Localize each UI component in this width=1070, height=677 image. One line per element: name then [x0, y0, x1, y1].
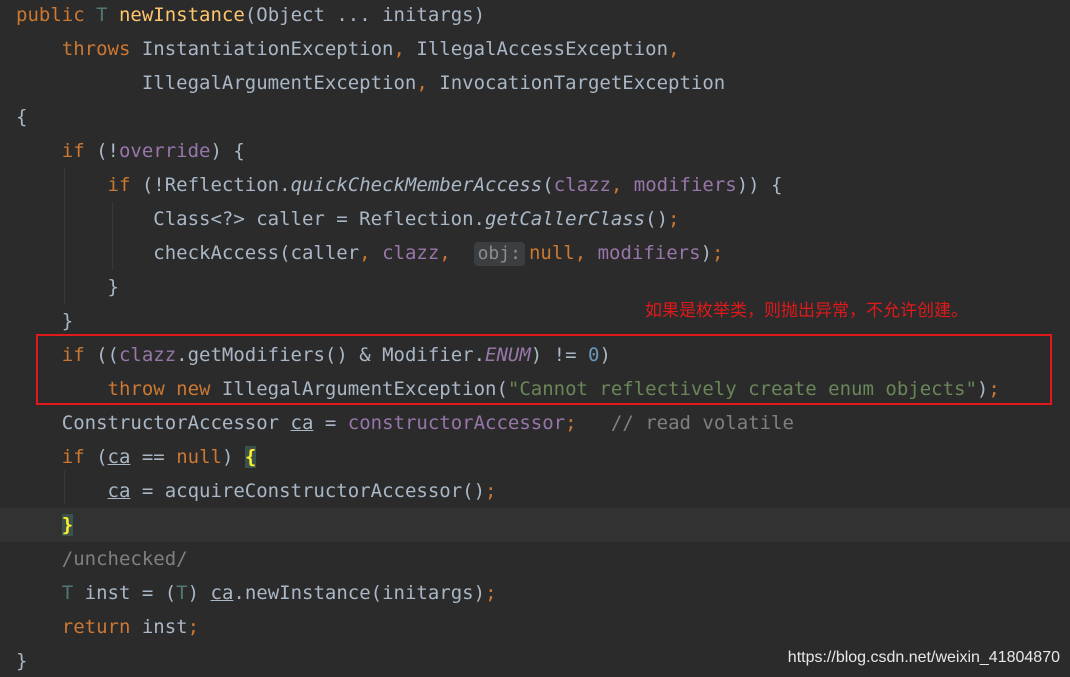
- code-token: T: [61, 582, 74, 604]
- code-token: ca: [107, 446, 131, 468]
- code-token: ,: [610, 174, 634, 196]
- code-editor[interactable]: public T newInstance(Object ... initargs…: [0, 0, 1070, 677]
- code-line[interactable]: return inst;: [0, 610, 1070, 644]
- code-token: ): [187, 582, 211, 604]
- code-token: inst: [141, 616, 188, 638]
- code-token: ;: [485, 582, 497, 604]
- code-token: ;: [565, 412, 611, 434]
- code-token: (Object ... initargs): [244, 4, 486, 26]
- code-line[interactable]: checkAccess(caller, clazz, obj: null, mod…: [0, 236, 1070, 270]
- code-line[interactable]: /unchecked/: [0, 542, 1070, 576]
- code-line[interactable]: T inst = (T) ca.newInstance(initargs);: [0, 576, 1070, 610]
- code-token: getCallerClass: [485, 208, 646, 230]
- code-token: {: [244, 446, 257, 468]
- code-token: modifiers: [597, 242, 701, 264]
- code-line[interactable]: Class<?> caller = Reflection.getCallerCl…: [0, 202, 1070, 236]
- code-token: newInstance: [118, 4, 245, 26]
- code-token: T: [176, 582, 188, 604]
- code-token: ,: [416, 72, 440, 94]
- code-token: ==: [130, 446, 177, 468]
- code-token: clazz: [553, 174, 611, 196]
- code-token: if: [16, 174, 142, 196]
- code-token: ) {: [210, 140, 245, 162]
- code-token: T: [96, 4, 119, 26]
- code-token: quickCheckMemberAccess: [290, 174, 543, 196]
- annotation-text: 如果是枚举类，则抛出异常，不允许创建。: [645, 301, 968, 321]
- code-token: }: [61, 514, 74, 536]
- code-token: }: [16, 310, 74, 332]
- code-line[interactable]: ConstructorAccessor ca = constructorAcce…: [0, 406, 1070, 440]
- code-token: ,: [359, 242, 383, 264]
- code-token: constructorAccessor: [347, 412, 566, 434]
- code-line[interactable]: {: [0, 100, 1070, 134]
- code-token: ,: [393, 38, 417, 60]
- parameter-hint: obj:: [473, 242, 525, 266]
- code-token: ): [221, 446, 245, 468]
- code-line[interactable]: if (!Reflection.quickCheckMemberAccess(c…: [0, 168, 1070, 202]
- code-line[interactable]: }: [0, 508, 1070, 542]
- code-token: ;: [187, 616, 200, 638]
- code-token: if: [16, 446, 97, 468]
- code-token: null: [176, 446, 222, 468]
- watermark-url: https://blog.csdn.net/weixin_41804870: [787, 649, 1060, 666]
- code-token: throws: [16, 38, 142, 60]
- code-line[interactable]: ca = acquireConstructorAccessor();: [0, 474, 1070, 508]
- code-token: {: [16, 106, 28, 128]
- code-token: (!Reflection.: [141, 174, 291, 196]
- code-token: ,: [668, 38, 680, 60]
- code-line[interactable]: public T newInstance(Object ... initargs…: [0, 0, 1070, 32]
- code-token: ,: [439, 242, 474, 264]
- code-token: IllegalArgumentException: [16, 72, 417, 94]
- code-token: /unchecked/: [16, 548, 188, 570]
- code-token: inst = (: [73, 582, 177, 604]
- code-token: checkAccess(caller: [16, 242, 360, 264]
- code-token: clazz: [382, 242, 440, 264]
- code-token: ;: [668, 208, 680, 230]
- code-token: = acquireConstructorAccessor(): [130, 480, 486, 502]
- code-token: }: [16, 276, 119, 298]
- code-token: ;: [485, 480, 497, 502]
- code-token: }: [16, 650, 28, 672]
- code-token: ,: [574, 242, 598, 264]
- code-line[interactable]: if (!override) {: [0, 134, 1070, 168]
- code-token: ;: [712, 242, 724, 264]
- code-token: =: [313, 412, 348, 434]
- highlight-box: [36, 334, 1052, 405]
- code-token: public: [16, 4, 97, 26]
- code-token: (: [542, 174, 554, 196]
- code-token: (!: [96, 140, 119, 162]
- code-token: return: [16, 616, 142, 638]
- code-token: override: [118, 140, 211, 162]
- code-token: // read volatile: [610, 412, 794, 434]
- code-token: InvocationTargetException: [439, 72, 726, 94]
- code-token: ConstructorAccessor: [16, 412, 291, 434]
- code-line[interactable]: if (ca == null) {: [0, 440, 1070, 474]
- code-token: modifiers: [633, 174, 737, 196]
- code-token: ca: [290, 412, 314, 434]
- code-token: IllegalAccessException: [416, 38, 669, 60]
- code-token: .newInstance(initargs): [233, 582, 486, 604]
- code-token: if: [16, 140, 97, 162]
- code-line[interactable]: throws InstantiationException, IllegalAc…: [0, 32, 1070, 66]
- code-token: )) {: [736, 174, 783, 196]
- code-token: (): [645, 208, 669, 230]
- code-token: (: [96, 446, 108, 468]
- code-token: ca: [107, 480, 131, 502]
- code-token: InstantiationException: [141, 38, 394, 60]
- code-token: ca: [210, 582, 234, 604]
- code-line[interactable]: IllegalArgumentException, InvocationTarg…: [0, 66, 1070, 100]
- code-token: ): [700, 242, 713, 264]
- code-token: Class<?> caller = Reflection.: [16, 208, 485, 230]
- code-token: null: [528, 242, 575, 264]
